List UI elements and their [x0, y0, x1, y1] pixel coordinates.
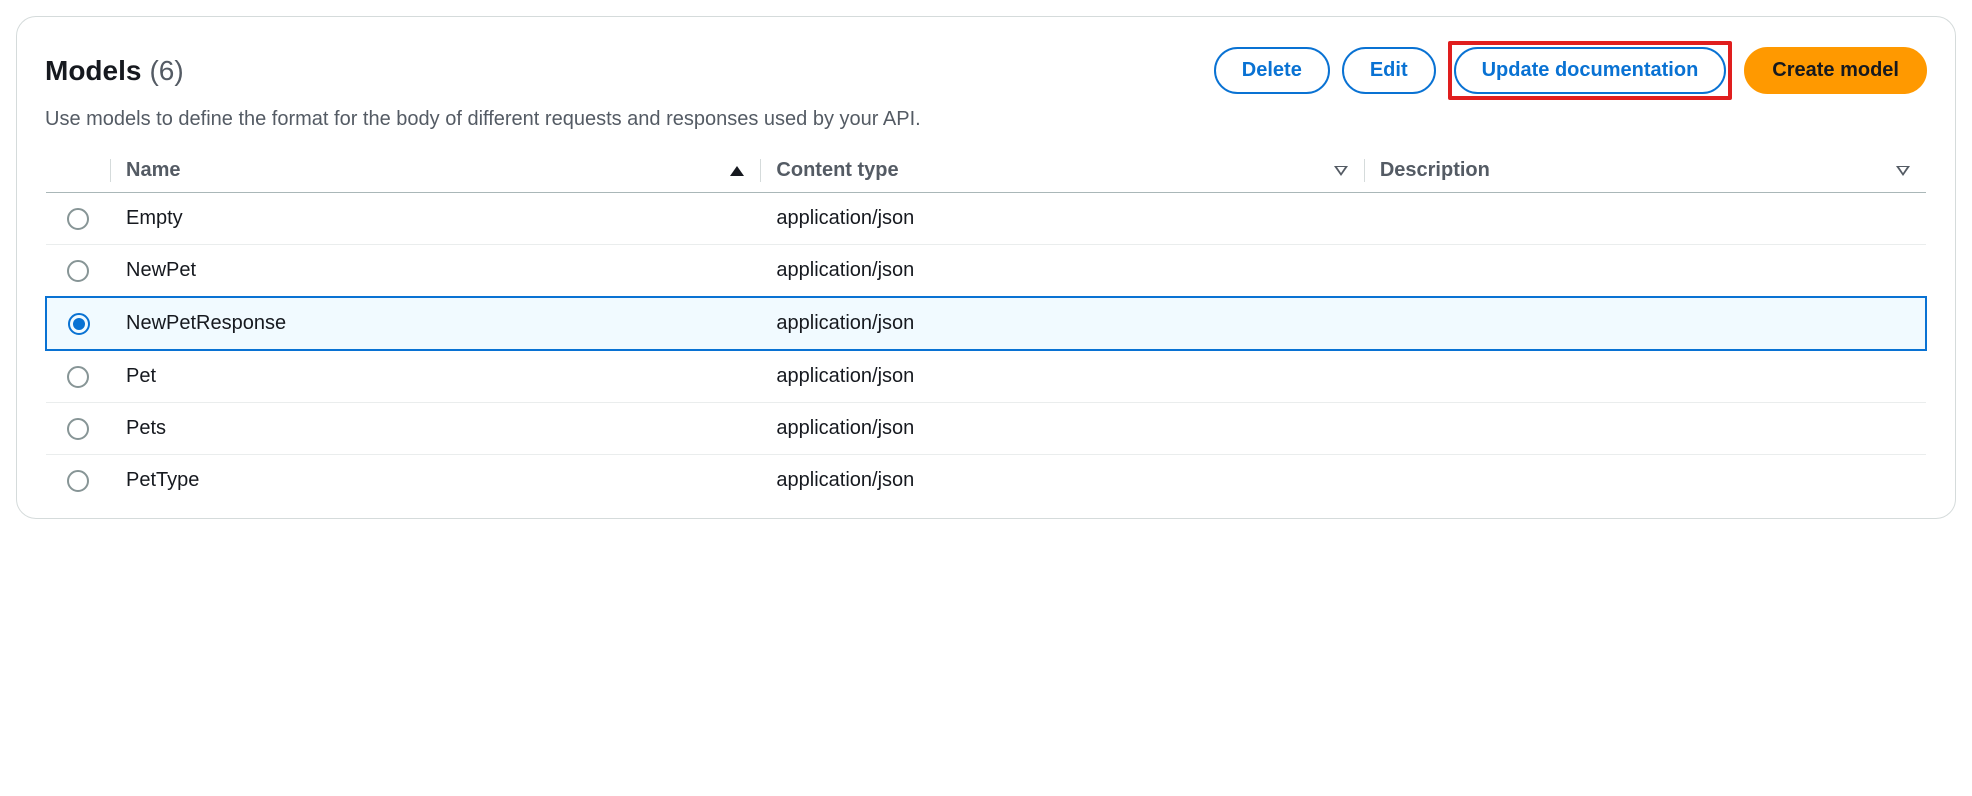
panel-title: Models	[45, 55, 141, 87]
radio-icon[interactable]	[68, 313, 90, 335]
row-description	[1364, 297, 1926, 350]
row-description	[1364, 403, 1926, 455]
models-panel: Models (6) Delete Edit Update documentat…	[16, 16, 1956, 519]
row-name: NewPetResponse	[110, 297, 760, 350]
column-name[interactable]: Name	[110, 149, 760, 193]
row-select-cell[interactable]	[46, 350, 110, 403]
table-row[interactable]: NewPetResponseapplication/json	[46, 297, 1926, 350]
edit-button[interactable]: Edit	[1342, 47, 1436, 94]
column-content-type[interactable]: Content type	[760, 149, 1363, 193]
row-name: NewPet	[110, 245, 760, 298]
radio-icon[interactable]	[67, 208, 89, 230]
update-documentation-button[interactable]: Update documentation	[1454, 47, 1727, 94]
row-select-cell[interactable]	[46, 193, 110, 245]
highlight-annotation: Update documentation	[1448, 41, 1733, 100]
radio-icon[interactable]	[67, 366, 89, 388]
row-content-type: application/json	[760, 403, 1363, 455]
row-select-cell[interactable]	[46, 297, 110, 350]
column-select	[46, 149, 110, 193]
row-content-type: application/json	[760, 350, 1363, 403]
row-description	[1364, 350, 1926, 403]
column-content-type-label: Content type	[776, 159, 898, 182]
panel-description: Use models to define the format for the …	[45, 108, 1927, 131]
row-description	[1364, 245, 1926, 298]
models-table: Name Content type Description	[45, 149, 1927, 506]
table-row[interactable]: Emptyapplication/json	[46, 193, 1926, 245]
table-row[interactable]: Petsapplication/json	[46, 403, 1926, 455]
sort-icon	[1896, 166, 1910, 176]
delete-button[interactable]: Delete	[1214, 47, 1330, 94]
radio-icon[interactable]	[67, 418, 89, 440]
table-row[interactable]: NewPetapplication/json	[46, 245, 1926, 298]
row-select-cell[interactable]	[46, 455, 110, 507]
item-count: (6)	[149, 55, 183, 87]
sort-asc-icon	[730, 166, 744, 176]
radio-icon[interactable]	[67, 470, 89, 492]
row-select-cell[interactable]	[46, 245, 110, 298]
radio-icon[interactable]	[67, 260, 89, 282]
row-content-type: application/json	[760, 193, 1363, 245]
row-name: Pet	[110, 350, 760, 403]
row-name: Empty	[110, 193, 760, 245]
row-name: PetType	[110, 455, 760, 507]
title-group: Models (6)	[45, 55, 184, 87]
column-description-label: Description	[1380, 159, 1490, 182]
row-description	[1364, 455, 1926, 507]
row-name: Pets	[110, 403, 760, 455]
table-row[interactable]: PetTypeapplication/json	[46, 455, 1926, 507]
sort-icon	[1334, 166, 1348, 176]
action-bar: Delete Edit Update documentation Create …	[1214, 41, 1927, 100]
table-row[interactable]: Petapplication/json	[46, 350, 1926, 403]
row-content-type: application/json	[760, 455, 1363, 507]
column-name-label: Name	[126, 159, 180, 182]
row-content-type: application/json	[760, 245, 1363, 298]
row-select-cell[interactable]	[46, 403, 110, 455]
row-content-type: application/json	[760, 297, 1363, 350]
column-description[interactable]: Description	[1364, 149, 1926, 193]
create-model-button[interactable]: Create model	[1744, 47, 1927, 94]
panel-header: Models (6) Delete Edit Update documentat…	[45, 41, 1927, 100]
row-description	[1364, 193, 1926, 245]
